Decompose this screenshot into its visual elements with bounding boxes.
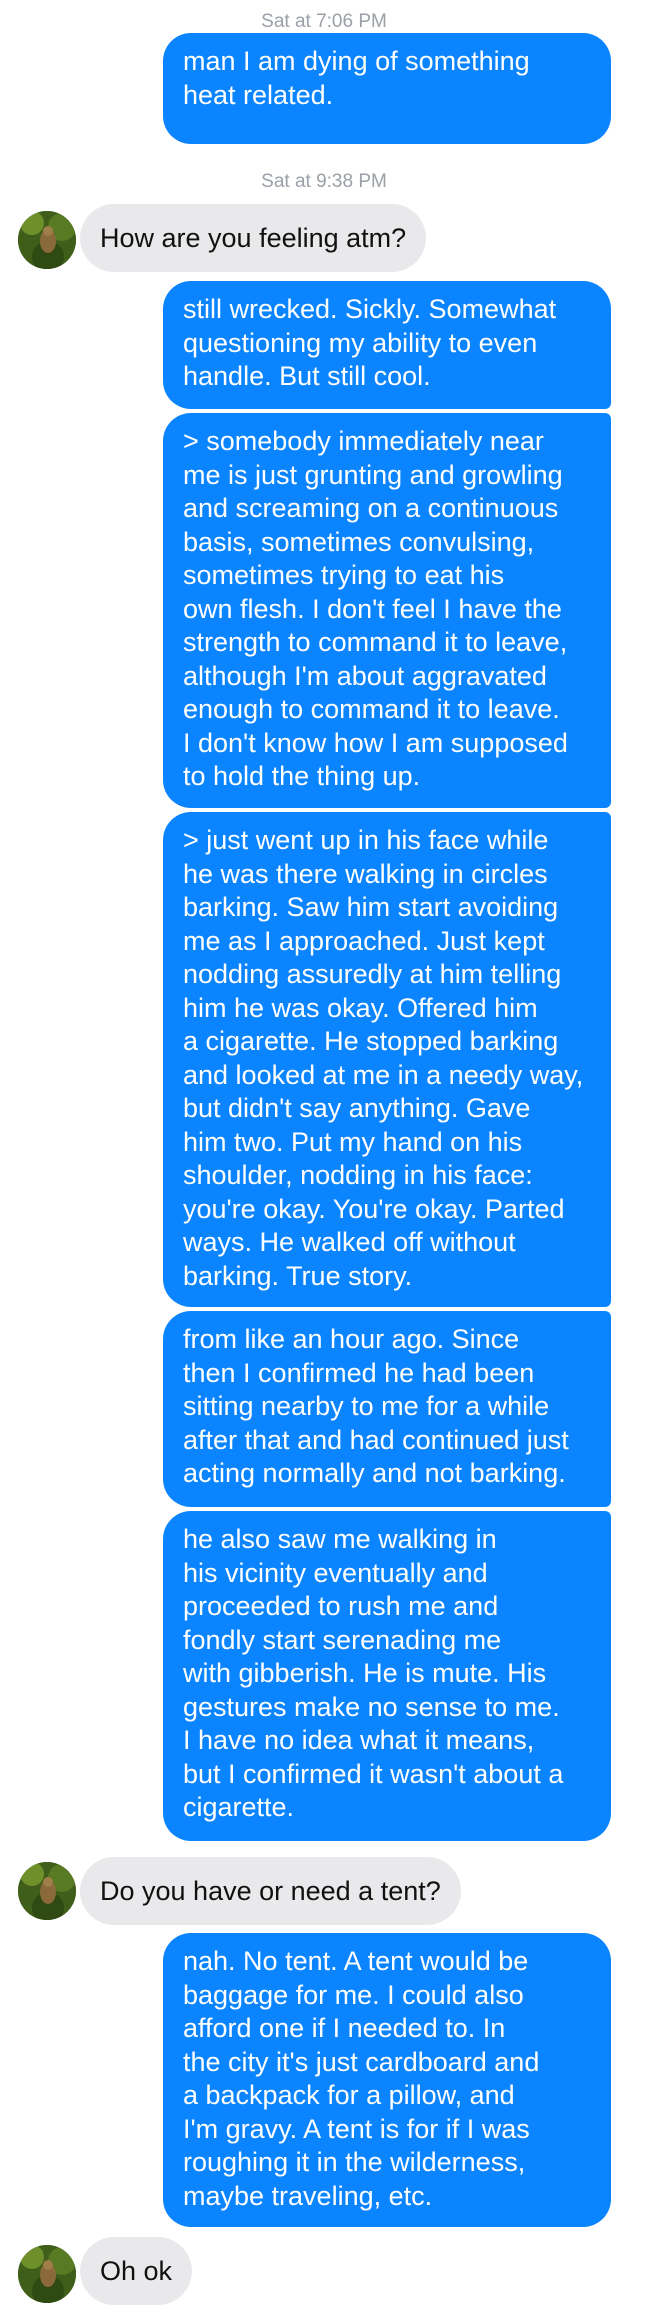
message-line: him two. Put my hand on his: [183, 1126, 523, 1157]
message-line: still wrecked. Sickly. Somewhat: [183, 294, 557, 324]
message-line: and screaming on a continuous: [183, 493, 559, 523]
message-line: roughing it in the wilderness,: [183, 2147, 526, 2177]
message-line: fondly start serenading me: [183, 1624, 502, 1655]
message-line: me is just grunting and growling: [183, 459, 563, 490]
outgoing-message[interactable]: still wrecked. Sickly. Somewhat question…: [163, 281, 611, 409]
message-line: I don't know how I am supposed: [183, 727, 568, 758]
outgoing-message[interactable]: > just went up in his face while he was …: [163, 812, 611, 1307]
message-line: but didn't say anything. Gave: [183, 1093, 531, 1123]
message-line: own flesh. I don't feel I have the: [183, 593, 562, 624]
message-line: cigarette.: [183, 1792, 295, 1822]
message-text: How are you feeling atm?: [100, 223, 407, 253]
timestamp: Sat at 7:06 PM: [261, 11, 387, 32]
message-line: basis, sometimes convulsing,: [183, 526, 535, 557]
message-line: a backpack for a pillow, and: [183, 2080, 515, 2110]
message-line: he also saw me walking in: [183, 1524, 497, 1554]
message-line: although I'm about aggravated: [183, 660, 547, 691]
outgoing-message[interactable]: nah. No tent. A tent would be baggage fo…: [163, 1933, 611, 2227]
incoming-message[interactable]: Do you have or need a tent?: [80, 1857, 461, 1925]
contact-avatar[interactable]: [18, 211, 76, 269]
message-line: nah. No tent. A tent would be: [183, 1946, 529, 1976]
message-line: he was there walking in circles: [183, 858, 548, 889]
message-line: sometimes trying to eat his: [183, 560, 505, 590]
message-line: then I confirmed he had been: [183, 1357, 535, 1388]
message-line: afford one if I needed to. In: [183, 2013, 506, 2043]
message-line: handle. But still cool.: [183, 361, 431, 391]
message-line: questioning my ability to even: [183, 327, 538, 358]
message-line: with gibberish. He is mute. His: [183, 1658, 547, 1688]
message-line: sitting nearby to me for a while: [183, 1391, 550, 1421]
message-line: strength to command it to leave,: [183, 627, 568, 657]
message-line: man I am dying of something: [183, 46, 530, 76]
contact-avatar[interactable]: [18, 2245, 76, 2303]
message-line: from like an hour ago. Since: [183, 1324, 520, 1354]
incoming-message[interactable]: How are you feeling atm?: [80, 204, 427, 272]
message-line: gestures make no sense to me.: [183, 1691, 560, 1722]
message-line: a cigarette. He stopped barking: [183, 1026, 559, 1056]
contact-avatar-icon: [18, 1862, 76, 1920]
message-line: proceeded to rush me and: [183, 1591, 499, 1621]
contact-avatar-icon: [18, 2245, 76, 2303]
message-line: barking. Saw him start avoiding: [183, 892, 559, 922]
message-line: ways. He walked off without: [183, 1227, 516, 1257]
message-line: acting normally and not barking.: [183, 1458, 566, 1488]
message-line: baggage for me. I could also: [183, 1979, 524, 2010]
message-line: his vicinity eventually and: [183, 1557, 488, 1588]
message-line: barking. True story.: [183, 1260, 413, 1291]
message-line: I'm gravy. A tent is for if I was: [183, 2113, 530, 2144]
outgoing-message[interactable]: from like an hour ago. Since then I conf…: [163, 1311, 611, 1507]
message-line: you're okay. You're okay. Parted: [183, 1193, 565, 1224]
outgoing-message[interactable]: > somebody immediately near me is just g…: [163, 413, 611, 808]
message-text: Do you have or need a tent?: [100, 1876, 441, 1906]
message-line: him he was okay. Offered him: [183, 992, 538, 1023]
message-line: to hold the thing up.: [183, 761, 421, 791]
message-line: and looked at me in a needy way,: [183, 1059, 584, 1090]
message-line: shoulder, nodding in his face:: [183, 1160, 533, 1190]
message-text: Oh ok: [100, 2256, 173, 2286]
message-line: but I confirmed it wasn't about a: [183, 1758, 564, 1789]
outgoing-message[interactable]: man I am dying of something heat related…: [163, 33, 611, 144]
message-line: > somebody immediately near: [183, 426, 544, 456]
message-line: me as I approached. Just kept: [183, 925, 545, 956]
message-line: heat related.: [183, 79, 334, 110]
message-line: after that and had continued just: [183, 1424, 569, 1455]
contact-avatar[interactable]: [18, 1862, 76, 1920]
message-line: the city it's just cardboard and: [183, 2046, 540, 2077]
message-line: enough to command it to leave.: [183, 694, 560, 724]
incoming-message[interactable]: Oh ok: [80, 2237, 193, 2305]
message-line: maybe traveling, etc.: [183, 2180, 433, 2211]
message-line: > just went up in his face while: [183, 825, 549, 855]
message-line: nodding assuredly at him telling: [183, 959, 562, 989]
message-thread: Sat at 7:06 PM man I am dying of somethi…: [0, 0, 648, 2305]
contact-avatar-icon: [18, 211, 76, 269]
timestamp: Sat at 9:38 PM: [261, 171, 387, 192]
outgoing-message[interactable]: he also saw me walking in his vicinity e…: [163, 1511, 611, 1841]
message-line: I have no idea what it means,: [183, 1725, 535, 1755]
